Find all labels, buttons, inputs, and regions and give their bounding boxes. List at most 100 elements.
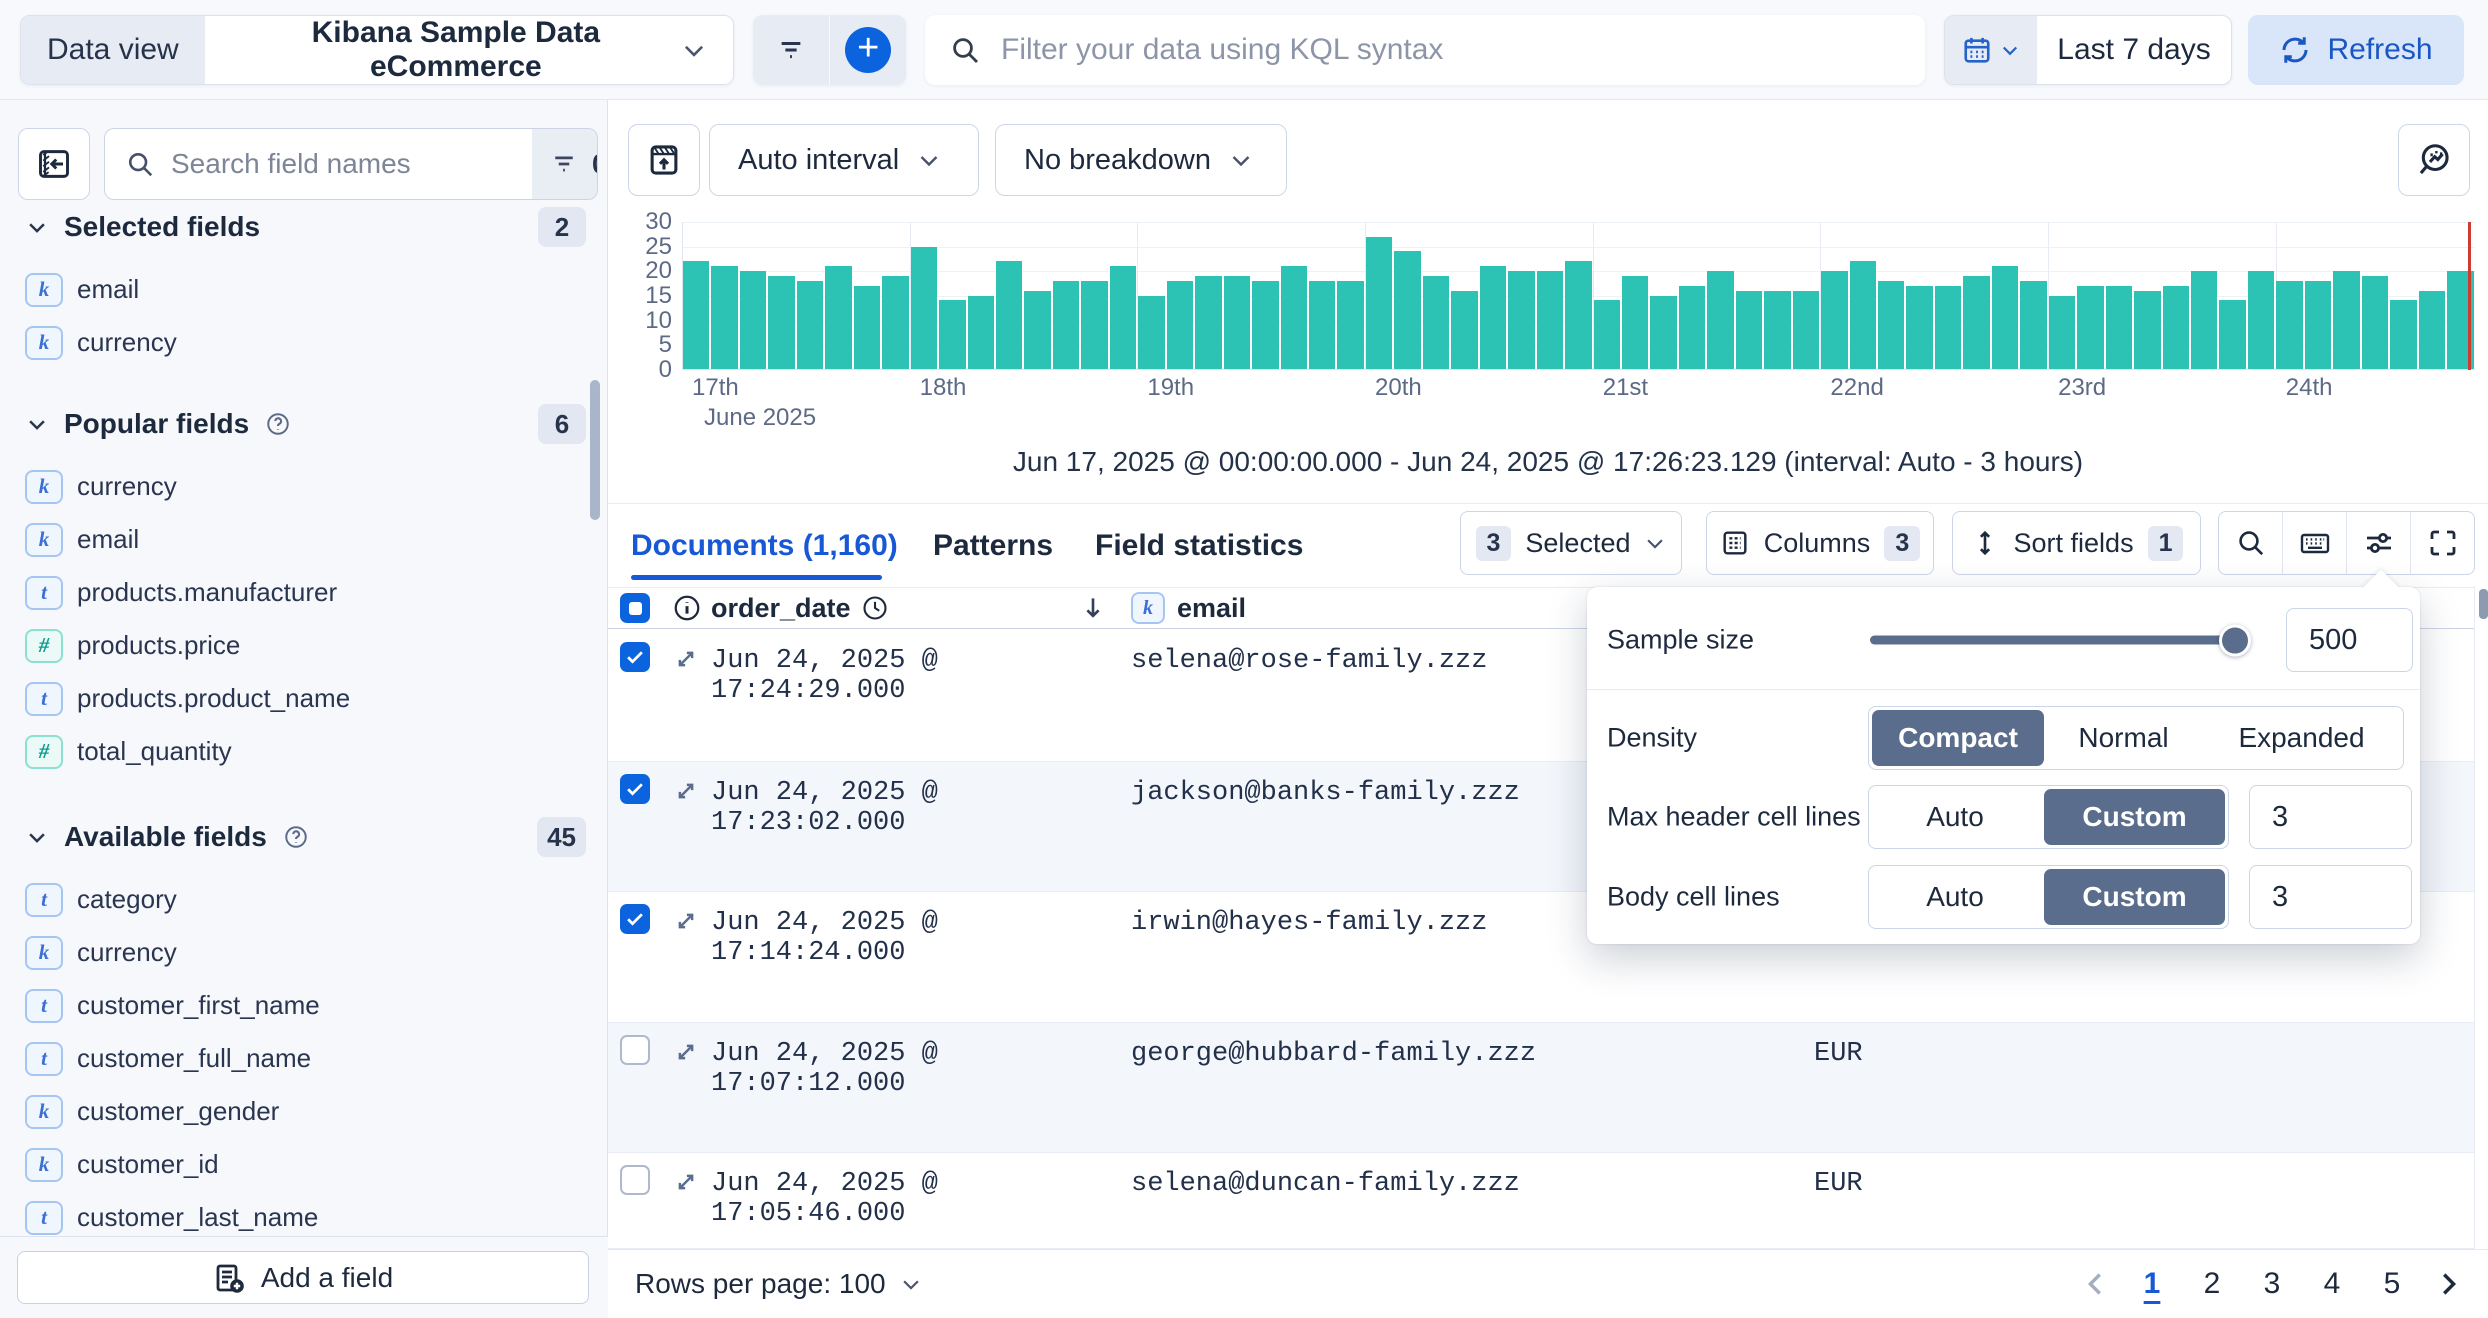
histogram-bar[interactable] — [1537, 271, 1563, 369]
date-quick-select-button[interactable] — [1945, 16, 2037, 84]
histogram-bar[interactable] — [1195, 276, 1221, 369]
histogram-bar[interactable] — [1594, 300, 1620, 369]
field-item[interactable]: kcustomer_id — [0, 1138, 608, 1191]
histogram-bar[interactable] — [996, 261, 1022, 369]
breakdown-select[interactable]: No breakdown — [995, 124, 1287, 196]
table-row[interactable]: Jun 24, 2025 @ 17:07:12.000george@hubbar… — [608, 1023, 2474, 1153]
select-all-checkbox[interactable] — [620, 593, 650, 623]
histogram-bar[interactable] — [1650, 296, 1676, 370]
collapse-sidebar-button[interactable] — [18, 128, 90, 200]
field-item[interactable]: #products.price — [0, 619, 608, 672]
histogram-bar[interactable] — [1622, 276, 1648, 369]
field-item[interactable]: tcustomer_last_name — [0, 1191, 608, 1236]
histogram-bar[interactable] — [2077, 286, 2103, 369]
body-lines-option-auto[interactable]: Auto — [1869, 866, 2041, 928]
histogram-bar[interactable] — [1565, 261, 1591, 369]
histogram-bar[interactable] — [1963, 276, 1989, 369]
histogram-bar[interactable] — [1793, 291, 1819, 369]
next-page-button[interactable] — [2428, 1262, 2468, 1306]
field-item[interactable]: kcurrency — [0, 316, 608, 369]
histogram-bar[interactable] — [683, 261, 709, 369]
histogram-bar[interactable] — [1366, 237, 1392, 369]
histogram-bar[interactable] — [1850, 261, 1876, 369]
page-3[interactable]: 3 — [2248, 1262, 2296, 1306]
density-option-normal[interactable]: Normal — [2047, 707, 2200, 769]
histogram-bar[interactable] — [2163, 286, 2189, 369]
histogram-bar[interactable] — [2191, 271, 2217, 369]
field-item[interactable]: kcurrency — [0, 460, 608, 513]
histogram-bar[interactable] — [939, 300, 965, 369]
expand-row-icon[interactable] — [672, 1168, 711, 1196]
histogram-bar[interactable] — [1707, 271, 1733, 369]
histogram-bar[interactable] — [1281, 266, 1307, 369]
field-item[interactable]: tproducts.product_name — [0, 672, 608, 725]
expand-row-icon[interactable] — [672, 645, 711, 673]
field-search-input[interactable] — [171, 148, 532, 180]
histogram-bar[interactable] — [740, 271, 766, 369]
body-lines-input[interactable] — [2249, 865, 2412, 929]
hide-chart-button[interactable] — [628, 124, 700, 196]
add-field-button[interactable]: Add a field — [17, 1251, 589, 1304]
field-item[interactable]: tcategory — [0, 873, 608, 926]
field-item[interactable]: kemail — [0, 263, 608, 316]
histogram-bar[interactable] — [2049, 296, 2075, 370]
display-options-button[interactable] — [2346, 512, 2410, 574]
interval-select[interactable]: Auto interval — [709, 124, 979, 196]
histogram-bar[interactable] — [1138, 296, 1164, 370]
histogram-bar[interactable] — [882, 276, 908, 369]
field-item[interactable]: tcustomer_full_name — [0, 1032, 608, 1085]
histogram-bar[interactable] — [1309, 281, 1335, 369]
histogram-bar[interactable] — [2276, 281, 2302, 369]
field-item[interactable]: #total_quantity — [0, 725, 608, 778]
histogram-bar[interactable] — [711, 266, 737, 369]
page-5[interactable]: 5 — [2368, 1262, 2416, 1306]
expand-row-icon[interactable] — [672, 777, 711, 805]
search-in-table-button[interactable] — [2219, 512, 2282, 574]
page-2[interactable]: 2 — [2188, 1262, 2236, 1306]
row-checkbox[interactable] — [620, 904, 650, 934]
histogram-bar[interactable] — [2362, 276, 2388, 369]
add-filter-button[interactable]: + — [830, 15, 906, 85]
histogram-bar[interactable] — [2134, 291, 2160, 369]
selected-documents-button[interactable]: 3 Selected — [1460, 511, 1682, 575]
histogram-bar[interactable] — [968, 296, 994, 370]
header-lines-option-auto[interactable]: Auto — [1869, 786, 2041, 848]
histogram-bar[interactable] — [2248, 271, 2274, 369]
histogram-bar[interactable] — [768, 276, 794, 369]
histogram-bar[interactable] — [1167, 281, 1193, 369]
header-lines-option-custom[interactable]: Custom — [2044, 789, 2225, 845]
saved-query-menu-button[interactable] — [753, 15, 829, 85]
histogram-bar[interactable] — [1423, 276, 1449, 369]
previous-page-button[interactable] — [2076, 1262, 2116, 1306]
histogram-bar[interactable] — [1736, 291, 1762, 369]
density-option-compact[interactable]: Compact — [1872, 710, 2044, 766]
table-row[interactable]: Jun 24, 2025 @ 17:05:46.000selena@duncan… — [608, 1153, 2474, 1249]
field-item[interactable]: kemail — [0, 513, 608, 566]
histogram-bar[interactable] — [2390, 300, 2416, 369]
keyboard-shortcuts-button[interactable] — [2282, 512, 2346, 574]
histogram-bar[interactable] — [1821, 271, 1847, 369]
slider-thumb[interactable] — [2219, 624, 2251, 656]
section-header-available[interactable]: Available fields45 — [0, 813, 608, 861]
row-checkbox[interactable] — [620, 642, 650, 672]
fullscreen-button[interactable] — [2410, 512, 2474, 574]
rows-per-page-button[interactable]: Rows per page: 100 — [635, 1268, 922, 1300]
expand-row-icon[interactable] — [672, 1038, 711, 1066]
sample-size-slider[interactable] — [1870, 636, 2247, 645]
page-1[interactable]: 1 — [2128, 1262, 2176, 1306]
histogram-bar[interactable] — [2305, 281, 2331, 369]
refresh-button[interactable]: Refresh — [2248, 15, 2464, 85]
field-item[interactable]: tcustomer_first_name — [0, 979, 608, 1032]
histogram-bar[interactable] — [911, 247, 937, 370]
header-lines-input[interactable] — [2249, 785, 2412, 849]
histogram-bar[interactable] — [1878, 281, 1904, 369]
field-filter-button[interactable]: 0 — [532, 129, 598, 199]
histogram-bar[interactable] — [1679, 286, 1705, 369]
histogram-bar[interactable] — [1337, 281, 1363, 369]
sidebar-scrollbar[interactable] — [590, 380, 600, 520]
explore-in-lens-button[interactable] — [2398, 124, 2470, 196]
section-header-popular[interactable]: Popular fields6 — [0, 400, 608, 448]
sort-fields-button[interactable]: Sort fields 1 — [1952, 511, 2201, 575]
page-4[interactable]: 4 — [2308, 1262, 2356, 1306]
histogram-bar[interactable] — [2106, 286, 2132, 369]
